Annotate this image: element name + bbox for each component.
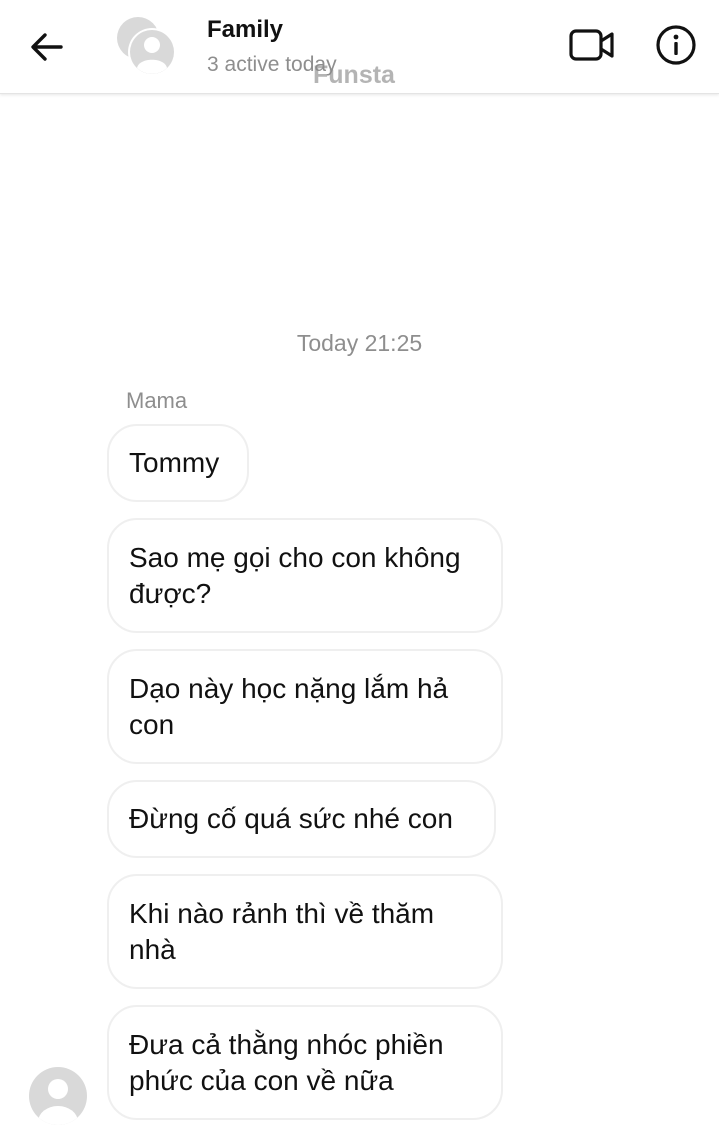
watermark: Funsta	[313, 61, 395, 89]
video-call-button[interactable]	[562, 20, 622, 70]
message-timestamp: Today 21:25	[296, 330, 423, 356]
message-text: Đừng cố quá sức nhé con	[129, 803, 453, 834]
info-button[interactable]	[650, 20, 702, 70]
message-text: Tommy	[129, 447, 220, 478]
group-avatar-icon	[117, 17, 176, 76]
message-bubble[interactable]: Đừng cố quá sức nhé con	[107, 780, 496, 858]
message-text: Đưa cả thằng nhóc phiền phức của con về …	[129, 1028, 444, 1096]
message-bubble[interactable]: Sao mẹ gọi cho con không được?	[107, 518, 503, 633]
back-button[interactable]	[22, 26, 70, 68]
arrow-left-icon	[31, 33, 63, 61]
message-bubble[interactable]: Dạo này học nặng lắm hả con	[107, 649, 503, 764]
video-camera-icon	[569, 29, 614, 61]
user-avatar-icon	[29, 1067, 87, 1125]
message-bubble[interactable]: Đưa cả thằng nhóc phiền phức của con về …	[107, 1005, 503, 1120]
message-text: Dạo này học nặng lắm hả con	[129, 672, 449, 740]
group-avatar[interactable]	[112, 12, 178, 78]
message-bubble[interactable]: Khi nào rảnh thì về thăm nhà	[107, 874, 503, 989]
message-bubble[interactable]: Tommy	[107, 424, 249, 502]
info-circle-icon	[656, 25, 696, 65]
conversation-title[interactable]: Family	[207, 16, 283, 44]
sender-name: Mama	[126, 388, 188, 413]
sender-avatar[interactable]	[28, 1066, 88, 1126]
message-text: Sao mẹ gọi cho con không được?	[129, 541, 461, 609]
message-text: Khi nào rảnh thì về thăm nhà	[129, 897, 435, 965]
